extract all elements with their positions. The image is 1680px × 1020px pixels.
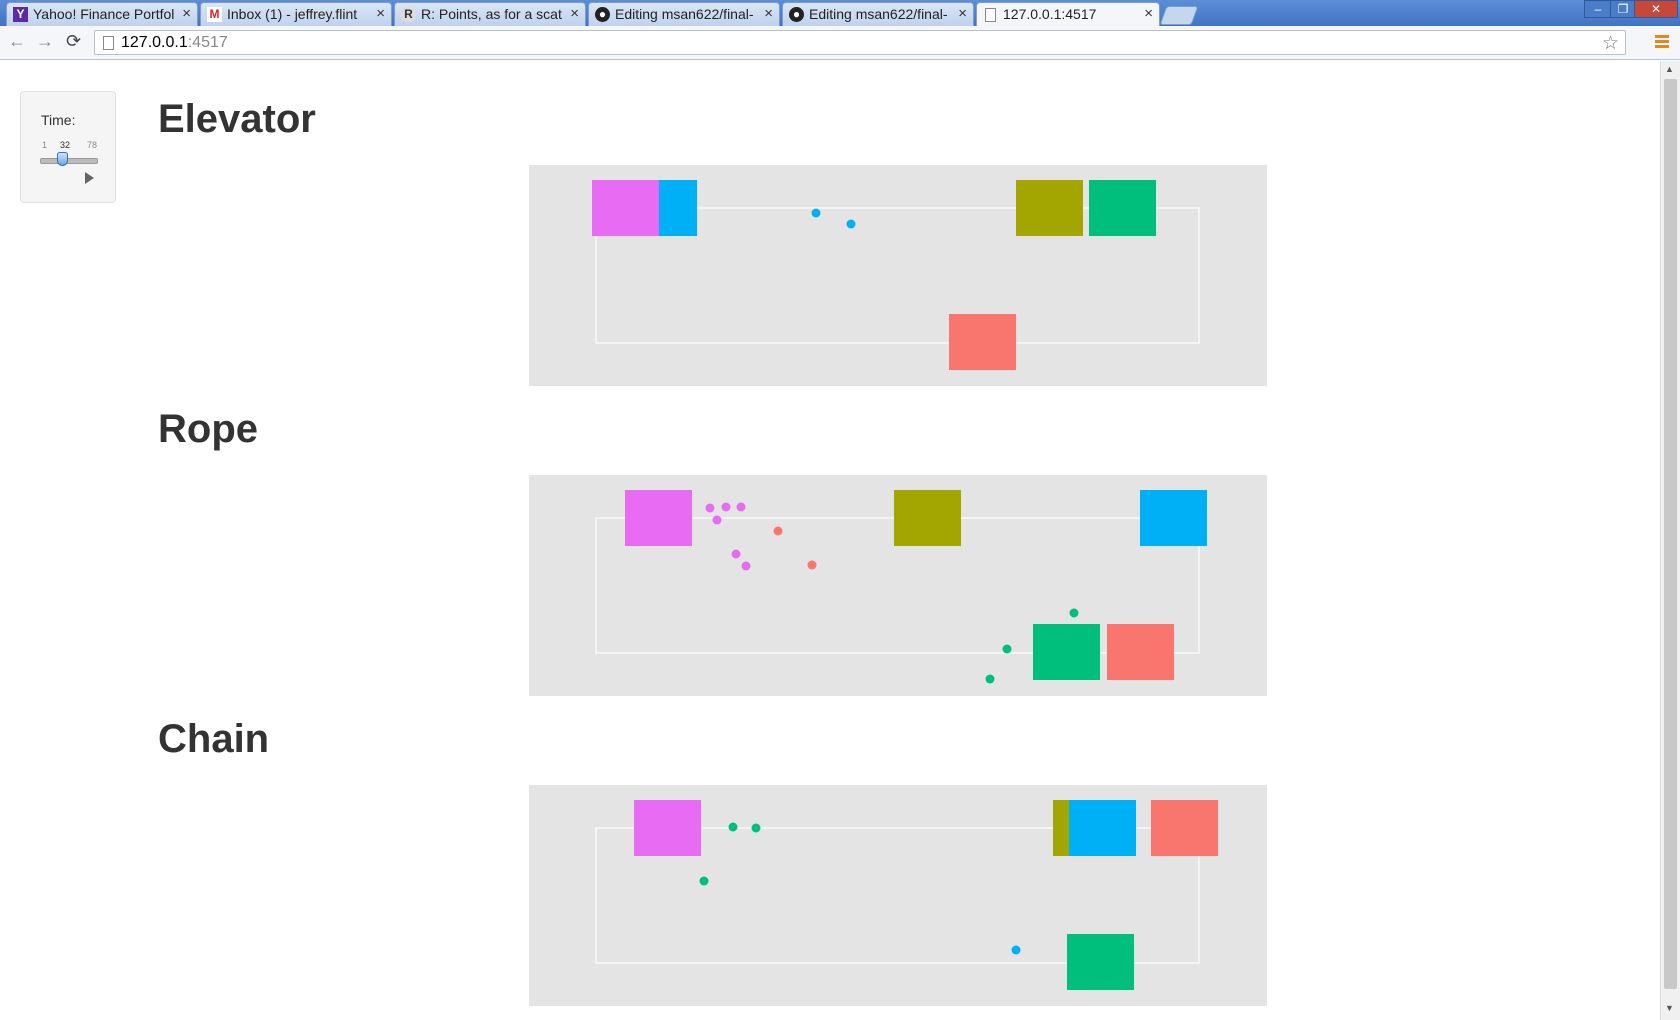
tab-yahoo-finance[interactable]: Y Yahoo! Finance Portfol × — [6, 2, 198, 26]
url-port: :4517 — [187, 34, 228, 51]
page-icon — [985, 8, 996, 22]
slider-max-label: 78 — [87, 140, 98, 150]
close-tab-icon[interactable]: × — [764, 3, 773, 25]
close-tab-icon[interactable]: × — [182, 3, 191, 25]
slider-min-label: 1 — [42, 140, 48, 150]
gmail-icon: M — [207, 7, 222, 22]
passenger-dot — [1002, 644, 1012, 654]
passenger-dot — [712, 515, 722, 525]
passenger-dot — [731, 549, 741, 559]
car-box — [634, 800, 701, 856]
back-arrow-icon[interactable]: ← — [8, 31, 26, 52]
passenger-dot — [699, 876, 709, 886]
page-viewport: Time: 1 32 78 Elevator Rope Chain — [0, 61, 1660, 1020]
yahoo-icon: Y — [13, 7, 28, 22]
new-tab-button[interactable] — [1159, 6, 1199, 25]
passenger-dot — [728, 822, 738, 832]
car-box — [1107, 624, 1174, 680]
scrollbar-thumb[interactable] — [1664, 79, 1677, 989]
play-button[interactable] — [85, 172, 94, 184]
url-host: 127.0.0.1 — [121, 34, 188, 51]
passenger-dot — [751, 823, 761, 833]
passenger-dot — [705, 503, 715, 513]
tab-github-editing-2[interactable]: ● Editing msan622/final- × — [782, 2, 974, 26]
url-text: 127.0.0.1:4517 — [121, 34, 228, 52]
forward-arrow-icon[interactable]: → — [36, 31, 54, 52]
reload-icon[interactable]: ⟳ — [66, 31, 81, 52]
chrome-menu-icon[interactable] — [1655, 35, 1669, 49]
passenger-dot — [1069, 608, 1079, 618]
time-slider-track[interactable] — [40, 158, 98, 164]
tab-title: Editing msan622/final- — [809, 6, 948, 22]
car-box — [1089, 180, 1156, 236]
passenger-dot — [985, 674, 995, 684]
car-box — [949, 314, 1016, 370]
car-box — [1016, 180, 1083, 236]
car-box — [1033, 624, 1100, 680]
github-icon: ● — [789, 7, 804, 22]
passenger-dot — [721, 502, 731, 512]
tab-gmail-inbox[interactable]: M Inbox (1) - jeffrey.flint × — [200, 2, 392, 26]
minimize-button[interactable]: – — [1584, 0, 1612, 18]
rope-plot-canvas — [595, 490, 1207, 684]
elevator-plot-canvas — [592, 180, 1200, 370]
tab-github-editing-1[interactable]: ● Editing msan622/final- × — [588, 2, 780, 26]
github-icon: ● — [595, 7, 610, 22]
close-window-button[interactable]: ✕ — [1634, 0, 1678, 18]
bookmark-star-icon[interactable]: ☆ — [1602, 32, 1619, 55]
slider-value-label: 32 — [60, 140, 71, 150]
close-tab-icon[interactable]: × — [958, 3, 967, 25]
passenger-dot — [811, 208, 821, 218]
tab-title: Yahoo! Finance Portfol — [33, 6, 175, 22]
elevator-plot — [529, 165, 1267, 386]
scroll-down-arrow-icon[interactable]: ▼ — [1665, 1003, 1674, 1013]
car-box — [1140, 490, 1207, 546]
tab-r-points[interactable]: R R: Points, as for a scat × — [394, 2, 586, 26]
tab-title: R: Points, as for a scat — [421, 6, 562, 22]
passenger-dot — [807, 560, 817, 570]
chain-plot — [529, 785, 1267, 1006]
close-tab-icon[interactable]: × — [376, 3, 385, 25]
section-title-elevator: Elevator — [158, 97, 316, 141]
car-box — [625, 490, 692, 546]
time-label: Time: — [41, 112, 76, 128]
passenger-dot — [736, 502, 746, 512]
car-box — [1151, 800, 1218, 856]
page-icon — [103, 36, 114, 50]
car-box — [659, 180, 697, 236]
passenger-dot — [846, 219, 856, 229]
rope-plot — [529, 475, 1267, 696]
r-icon: R — [401, 7, 416, 22]
restore-button[interactable]: ❐ — [1610, 0, 1636, 18]
passenger-dot — [773, 526, 783, 536]
time-slider-handle[interactable] — [57, 152, 69, 166]
section-title-chain: Chain — [158, 717, 270, 761]
vertical-scrollbar[interactable]: ▲ ▼ — [1660, 61, 1680, 1020]
close-tab-icon[interactable]: × — [1144, 3, 1153, 25]
close-tab-icon[interactable]: × — [570, 3, 579, 25]
scroll-up-arrow-icon[interactable]: ▲ — [1665, 64, 1674, 74]
car-box — [1053, 800, 1069, 856]
car-box — [1069, 800, 1136, 856]
address-bar[interactable]: 127.0.0.1:4517 ☆ — [94, 30, 1626, 55]
car-box — [894, 490, 961, 546]
tab-title: Inbox (1) - jeffrey.flint — [227, 6, 358, 22]
car-box — [592, 180, 659, 236]
browser-toolbar: ← → ⟳ 127.0.0.1:4517 ☆ — [0, 26, 1680, 60]
passenger-dot — [741, 561, 751, 571]
car-box — [1067, 934, 1134, 990]
tab-title: Editing msan622/final- — [615, 6, 754, 22]
passenger-dot — [1011, 945, 1021, 955]
section-title-rope: Rope — [158, 407, 258, 451]
tab-title: 127.0.0.1:4517 — [1003, 6, 1097, 22]
chain-plot-canvas — [595, 800, 1218, 990]
tab-localhost[interactable]: 127.0.0.1:4517 × — [976, 2, 1160, 26]
time-control-panel: Time: 1 32 78 — [20, 91, 116, 203]
browser-tab-strip: Y Yahoo! Finance Portfol × M Inbox (1) -… — [0, 0, 1680, 26]
